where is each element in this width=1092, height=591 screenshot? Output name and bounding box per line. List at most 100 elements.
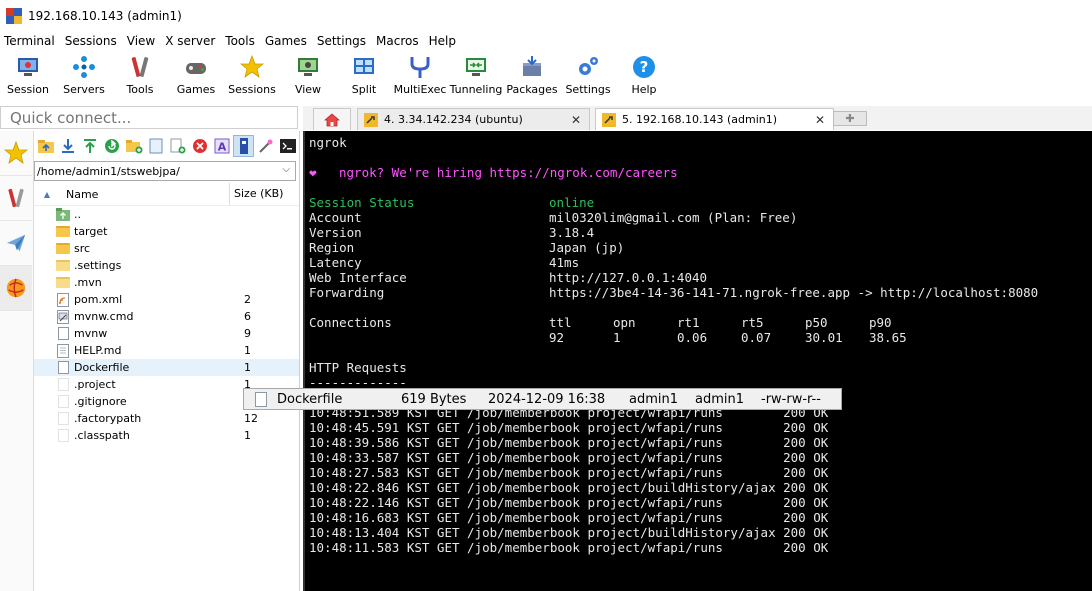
tab-admin1-session[interactable]: 5. 192.168.10.143 (admin1) ✕ — [595, 108, 834, 130]
file-icon — [255, 391, 267, 407]
close-icon[interactable]: ✕ — [571, 113, 581, 127]
list-item[interactable]: .mvn — [34, 274, 299, 291]
sidebar-macros-button[interactable] — [0, 221, 32, 266]
games-label: Games — [176, 83, 216, 96]
split-icon — [351, 54, 377, 80]
view-button[interactable]: View — [280, 51, 336, 103]
list-item[interactable]: target — [34, 223, 299, 240]
games-icon — [183, 54, 209, 80]
request-line: 10:48:16.683 KST GET /job/memberbook pro… — [309, 510, 829, 525]
upload-button[interactable] — [80, 135, 101, 157]
sidebar-sessions-button[interactable] — [0, 131, 32, 176]
connections-label: Connections — [309, 315, 392, 330]
conn-header-p90: p90 — [869, 315, 892, 330]
terminal-command: ngrok — [309, 135, 347, 150]
menu-view[interactable]: View — [122, 34, 160, 48]
menu-x-server[interactable]: X server — [160, 34, 220, 48]
servers-label: Servers — [63, 83, 105, 96]
close-icon[interactable]: ✕ — [815, 113, 825, 127]
list-item[interactable]: pom.xml 2 — [34, 291, 299, 308]
multiexec-button[interactable]: MultiExec — [392, 51, 448, 103]
list-item[interactable]: mvnw.cmd 6 — [34, 308, 299, 325]
xml-file-icon — [56, 292, 70, 307]
menu-settings[interactable]: Settings — [312, 34, 371, 48]
view-icon — [295, 54, 321, 80]
parent-folder-button[interactable] — [36, 135, 57, 157]
menu-tools[interactable]: Tools — [220, 34, 260, 48]
field-value: https://3be4-14-36-141-71.ngrok-free.app… — [549, 285, 1039, 300]
servers-icon — [71, 54, 97, 80]
session-button[interactable]: Session — [0, 51, 56, 103]
column-name-header[interactable]: Name — [66, 188, 229, 201]
servers-button[interactable]: Servers — [56, 51, 112, 103]
follow-terminal-button[interactable] — [233, 135, 255, 157]
rename-icon: A — [214, 138, 230, 154]
sidebar-tools-button[interactable] — [0, 176, 32, 221]
list-item[interactable]: Dockerfile 1 — [34, 359, 299, 376]
conn-value-rt1: 0.06 — [677, 330, 708, 345]
settings-button[interactable]: Settings — [560, 51, 616, 103]
split-button[interactable]: Split — [336, 51, 392, 103]
packages-label: Packages — [506, 83, 558, 96]
new-file-button[interactable] — [146, 135, 167, 157]
tooltip-date: 2024-12-09 16:38 — [488, 392, 606, 407]
menu-games[interactable]: Games — [260, 34, 312, 48]
list-item[interactable]: .settings — [34, 257, 299, 274]
field-value: mil0320lim@gmail.com (Plan: Free) — [549, 210, 798, 225]
terminal-view[interactable]: ngrok ❤ ngrok? We're hiring https://ngro… — [303, 131, 1092, 591]
tools-button[interactable]: Tools — [112, 51, 168, 103]
refresh-button[interactable] — [102, 135, 123, 157]
home-icon — [324, 113, 340, 126]
sidebar-sftp-button[interactable] — [0, 266, 32, 311]
list-item[interactable]: src — [34, 240, 299, 257]
help-label: Help — [631, 83, 657, 96]
path-dropdown[interactable]: /home/admin1/stswebjpa/ ⌵ — [34, 161, 296, 181]
folder-icon — [56, 225, 70, 239]
packages-button[interactable]: Packages — [504, 51, 560, 103]
field-label: Account — [309, 210, 362, 225]
menu-sessions[interactable]: Sessions — [60, 34, 122, 48]
delete-button[interactable] — [189, 135, 210, 157]
open-terminal-button[interactable] — [277, 135, 298, 157]
follow-terminal-icon — [239, 138, 248, 154]
help-button[interactable]: ? Help — [616, 51, 672, 103]
field-value: Japan (jp) — [549, 240, 625, 255]
sessions-label: Sessions — [228, 83, 276, 96]
menu-bar: Terminal Sessions View X server Tools Ga… — [0, 32, 1092, 50]
rename-button[interactable]: A — [211, 135, 232, 157]
list-item[interactable]: mvnw 9 — [34, 325, 299, 342]
permissions-button[interactable] — [255, 135, 276, 157]
tools-label: Tools — [126, 83, 154, 96]
menu-terminal[interactable]: Terminal — [0, 34, 60, 48]
folder-icon — [56, 242, 70, 256]
quick-connect-input[interactable] — [1, 107, 292, 128]
new-tab-button[interactable]: ✚ — [833, 111, 867, 126]
settings-icon — [575, 54, 601, 80]
refresh-icon — [105, 139, 120, 153]
menu-help[interactable]: Help — [424, 34, 461, 48]
list-item[interactable]: .classpath 1 — [34, 427, 299, 444]
sessions-button[interactable]: Sessions — [224, 51, 280, 103]
list-item[interactable]: .factorypath 12 — [34, 410, 299, 427]
list-item[interactable]: HELP.md 1 — [34, 342, 299, 359]
request-line: 10:48:45.591 KST GET /job/memberbook pro… — [309, 420, 829, 435]
menu-macros[interactable]: Macros — [371, 34, 424, 48]
column-size-header[interactable]: Size (KB) — [229, 183, 283, 205]
home-tab[interactable] — [313, 108, 351, 130]
plus-icon: ✚ — [845, 112, 855, 125]
field-value: 41ms — [549, 255, 580, 270]
download-button[interactable] — [58, 135, 79, 157]
new-file-plus-button[interactable] — [167, 135, 188, 157]
new-folder-button[interactable] — [124, 135, 145, 157]
field-label: Forwarding — [309, 285, 385, 300]
list-item[interactable]: .. — [34, 206, 299, 223]
ssh-key-icon — [602, 112, 616, 127]
tunneling-button[interactable]: Tunneling — [448, 51, 504, 103]
tab-ubuntu-session[interactable]: 4. 3.34.142.234 (ubuntu) ✕ — [357, 108, 590, 130]
conn-value-ttl: 92 — [549, 330, 565, 345]
games-button[interactable]: Games — [168, 51, 224, 103]
session-label: Session — [7, 83, 49, 96]
file-info-tooltip: Dockerfile 619 Bytes 2024-12-09 16:38 ad… — [243, 388, 842, 410]
cmd-file-icon — [56, 309, 70, 324]
paper-plane-icon — [6, 234, 26, 252]
